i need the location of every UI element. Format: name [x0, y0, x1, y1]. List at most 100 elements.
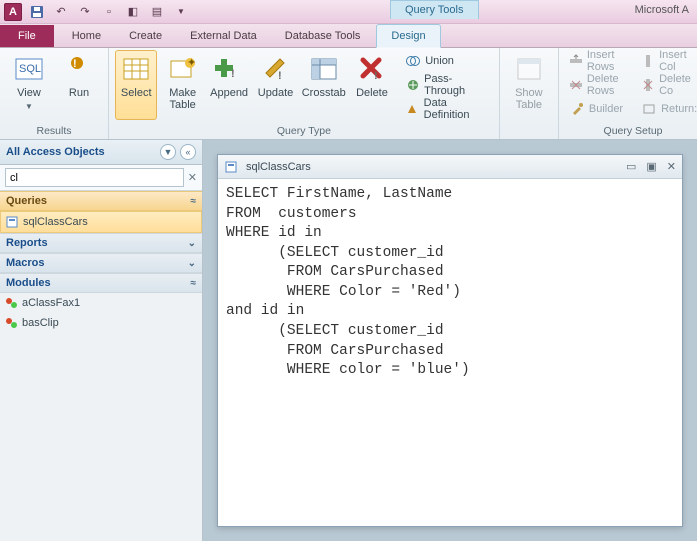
return-icon — [641, 101, 657, 117]
nav-item-label: basClip — [22, 317, 59, 329]
nav-group-macros-label: Macros — [6, 257, 45, 269]
close-icon[interactable]: ✕ — [667, 160, 676, 173]
union-label: Union — [425, 55, 454, 67]
crosstab-label: Crosstab — [302, 87, 346, 99]
select-label: Select — [121, 87, 152, 99]
sql-view-icon: SQL — [13, 53, 45, 85]
nav-item-aclassfax1[interactable]: aClassFax1 — [0, 293, 202, 313]
nav-collapse-icon[interactable]: « — [180, 144, 196, 160]
qat-save-icon[interactable] — [28, 3, 46, 21]
qat-undo-icon[interactable]: ↶ — [52, 3, 70, 21]
builder-icon — [569, 101, 585, 117]
query-window-icon — [224, 159, 240, 175]
append-button[interactable]: ! Append — [208, 50, 250, 120]
sql-window-title: sqlClassCars — [246, 161, 620, 173]
union-icon — [405, 53, 421, 69]
data-definition-label: Data Definition — [424, 97, 489, 121]
data-definition-button[interactable]: Data Definition — [401, 98, 493, 120]
app-title: Microsoft A — [635, 4, 689, 16]
ribbon-group-query-setup: Insert Rows Delete Rows Builder Insert C… — [559, 48, 697, 139]
crosstab-button[interactable]: Crosstab — [301, 50, 347, 120]
datasheet-icon — [120, 53, 152, 85]
view-label: View — [17, 87, 41, 99]
data-definition-icon — [405, 101, 419, 117]
nav-title: All Access Objects — [6, 146, 105, 158]
delete-rows-button: Delete Rows — [565, 74, 627, 96]
tab-file[interactable]: File — [0, 25, 54, 47]
sql-window: sqlClassCars ▭ ▣ ✕ SELECT FirstName, Las… — [217, 154, 683, 527]
show-table-button[interactable]: Show Table — [506, 50, 552, 120]
insert-columns-button: Insert Col — [637, 50, 697, 72]
qat-btn5-icon[interactable]: ◧ — [124, 3, 142, 21]
navigation-pane: All Access Objects ▼ « ✕ Queries ≈ sqlCl… — [0, 140, 203, 541]
window-buttons: ▭ ▣ ✕ — [626, 160, 676, 173]
crosstab-icon — [308, 53, 340, 85]
nav-group-modules[interactable]: Modules ≈ — [0, 273, 202, 293]
results-group-label: Results — [6, 123, 102, 139]
update-icon: ! — [260, 53, 292, 85]
nav-group-modules-label: Modules — [6, 277, 51, 289]
union-button[interactable]: Union — [401, 50, 493, 72]
nav-search-input[interactable] — [5, 168, 184, 187]
update-label: Update — [258, 87, 293, 99]
chevron-down-icon: ▼ — [25, 102, 33, 111]
svg-text:✦: ✦ — [187, 57, 196, 69]
return-button: Return: — [637, 98, 697, 120]
update-button[interactable]: ! Update — [254, 50, 296, 120]
run-button[interactable]: ! Run — [56, 50, 102, 120]
pass-through-button[interactable]: Pass-Through — [401, 74, 493, 96]
delete-button[interactable]: ! Delete — [351, 50, 393, 120]
show-table-label: Show Table — [515, 87, 543, 111]
delete-label: Delete — [356, 87, 388, 99]
nav-dropdown-icon[interactable]: ▼ — [160, 144, 176, 160]
qat-btn6-icon[interactable]: ▤ — [148, 3, 166, 21]
svg-text:!: ! — [73, 58, 77, 70]
ribbon-group-show-table: Show Table — [500, 48, 559, 139]
nav-group-queries[interactable]: Queries ≈ — [0, 191, 202, 211]
nav-group-queries-label: Queries — [6, 195, 47, 207]
minimize-icon[interactable]: ▭ — [626, 160, 636, 173]
insert-rows-icon — [569, 53, 583, 69]
tab-create[interactable]: Create — [115, 25, 176, 47]
maximize-icon[interactable]: ▣ — [646, 160, 656, 173]
svg-text:SQL: SQL — [19, 63, 41, 75]
sql-window-titlebar[interactable]: sqlClassCars ▭ ▣ ✕ — [218, 155, 682, 179]
select-query-button[interactable]: Select — [115, 50, 157, 120]
qat-btn4-icon[interactable]: ▫ — [100, 3, 118, 21]
make-table-button[interactable]: ✦ Make Table — [161, 50, 203, 120]
tab-design[interactable]: Design — [376, 24, 440, 48]
pass-through-label: Pass-Through — [424, 73, 489, 97]
query-icon — [5, 214, 21, 230]
make-table-icon: ✦ — [167, 53, 199, 85]
content-area: All Access Objects ▼ « ✕ Queries ≈ sqlCl… — [0, 140, 697, 541]
nav-item-sqlclasscars[interactable]: sqlClassCars — [0, 211, 202, 233]
clear-search-icon[interactable]: ✕ — [188, 171, 197, 184]
qat-dropdown-icon[interactable]: ▼ — [172, 3, 190, 21]
builder-label: Builder — [589, 103, 623, 115]
query-type-group-label: Query Type — [115, 123, 493, 139]
nav-group-reports-label: Reports — [6, 237, 48, 249]
sql-text[interactable]: SELECT FirstName, LastName FROM customer… — [218, 179, 682, 387]
chevron-down-icon: ⌄ — [188, 238, 196, 249]
nav-item-label: aClassFax1 — [22, 297, 80, 309]
delete-rows-icon — [569, 77, 583, 93]
delete-rows-label: Delete Rows — [587, 73, 623, 97]
nav-group-reports[interactable]: Reports ⌄ — [0, 233, 202, 253]
qat-redo-icon[interactable]: ↷ — [76, 3, 94, 21]
view-button[interactable]: SQL View ▼ — [6, 50, 52, 120]
nav-item-basclip[interactable]: basClip — [0, 313, 202, 333]
make-table-label: Make Table — [169, 87, 196, 111]
sql-editor-scroll[interactable]: SELECT FirstName, LastName FROM customer… — [218, 179, 682, 526]
document-area: sqlClassCars ▭ ▣ ✕ SELECT FirstName, Las… — [203, 140, 697, 541]
delete-columns-button: Delete Co — [637, 74, 697, 96]
ribbon-group-results: SQL View ▼ ! Run Results — [0, 48, 109, 139]
nav-group-macros[interactable]: Macros ⌄ — [0, 253, 202, 273]
nav-header[interactable]: All Access Objects ▼ « — [0, 140, 202, 165]
insert-columns-icon — [641, 53, 655, 69]
nav-item-label: sqlClassCars — [23, 216, 88, 228]
tab-home[interactable]: Home — [58, 25, 115, 47]
show-table-group-label — [506, 135, 552, 139]
tab-database-tools[interactable]: Database Tools — [271, 25, 375, 47]
ribbon-group-query-type: Select ✦ Make Table ! Append ! Update — [109, 48, 500, 139]
tab-external-data[interactable]: External Data — [176, 25, 271, 47]
